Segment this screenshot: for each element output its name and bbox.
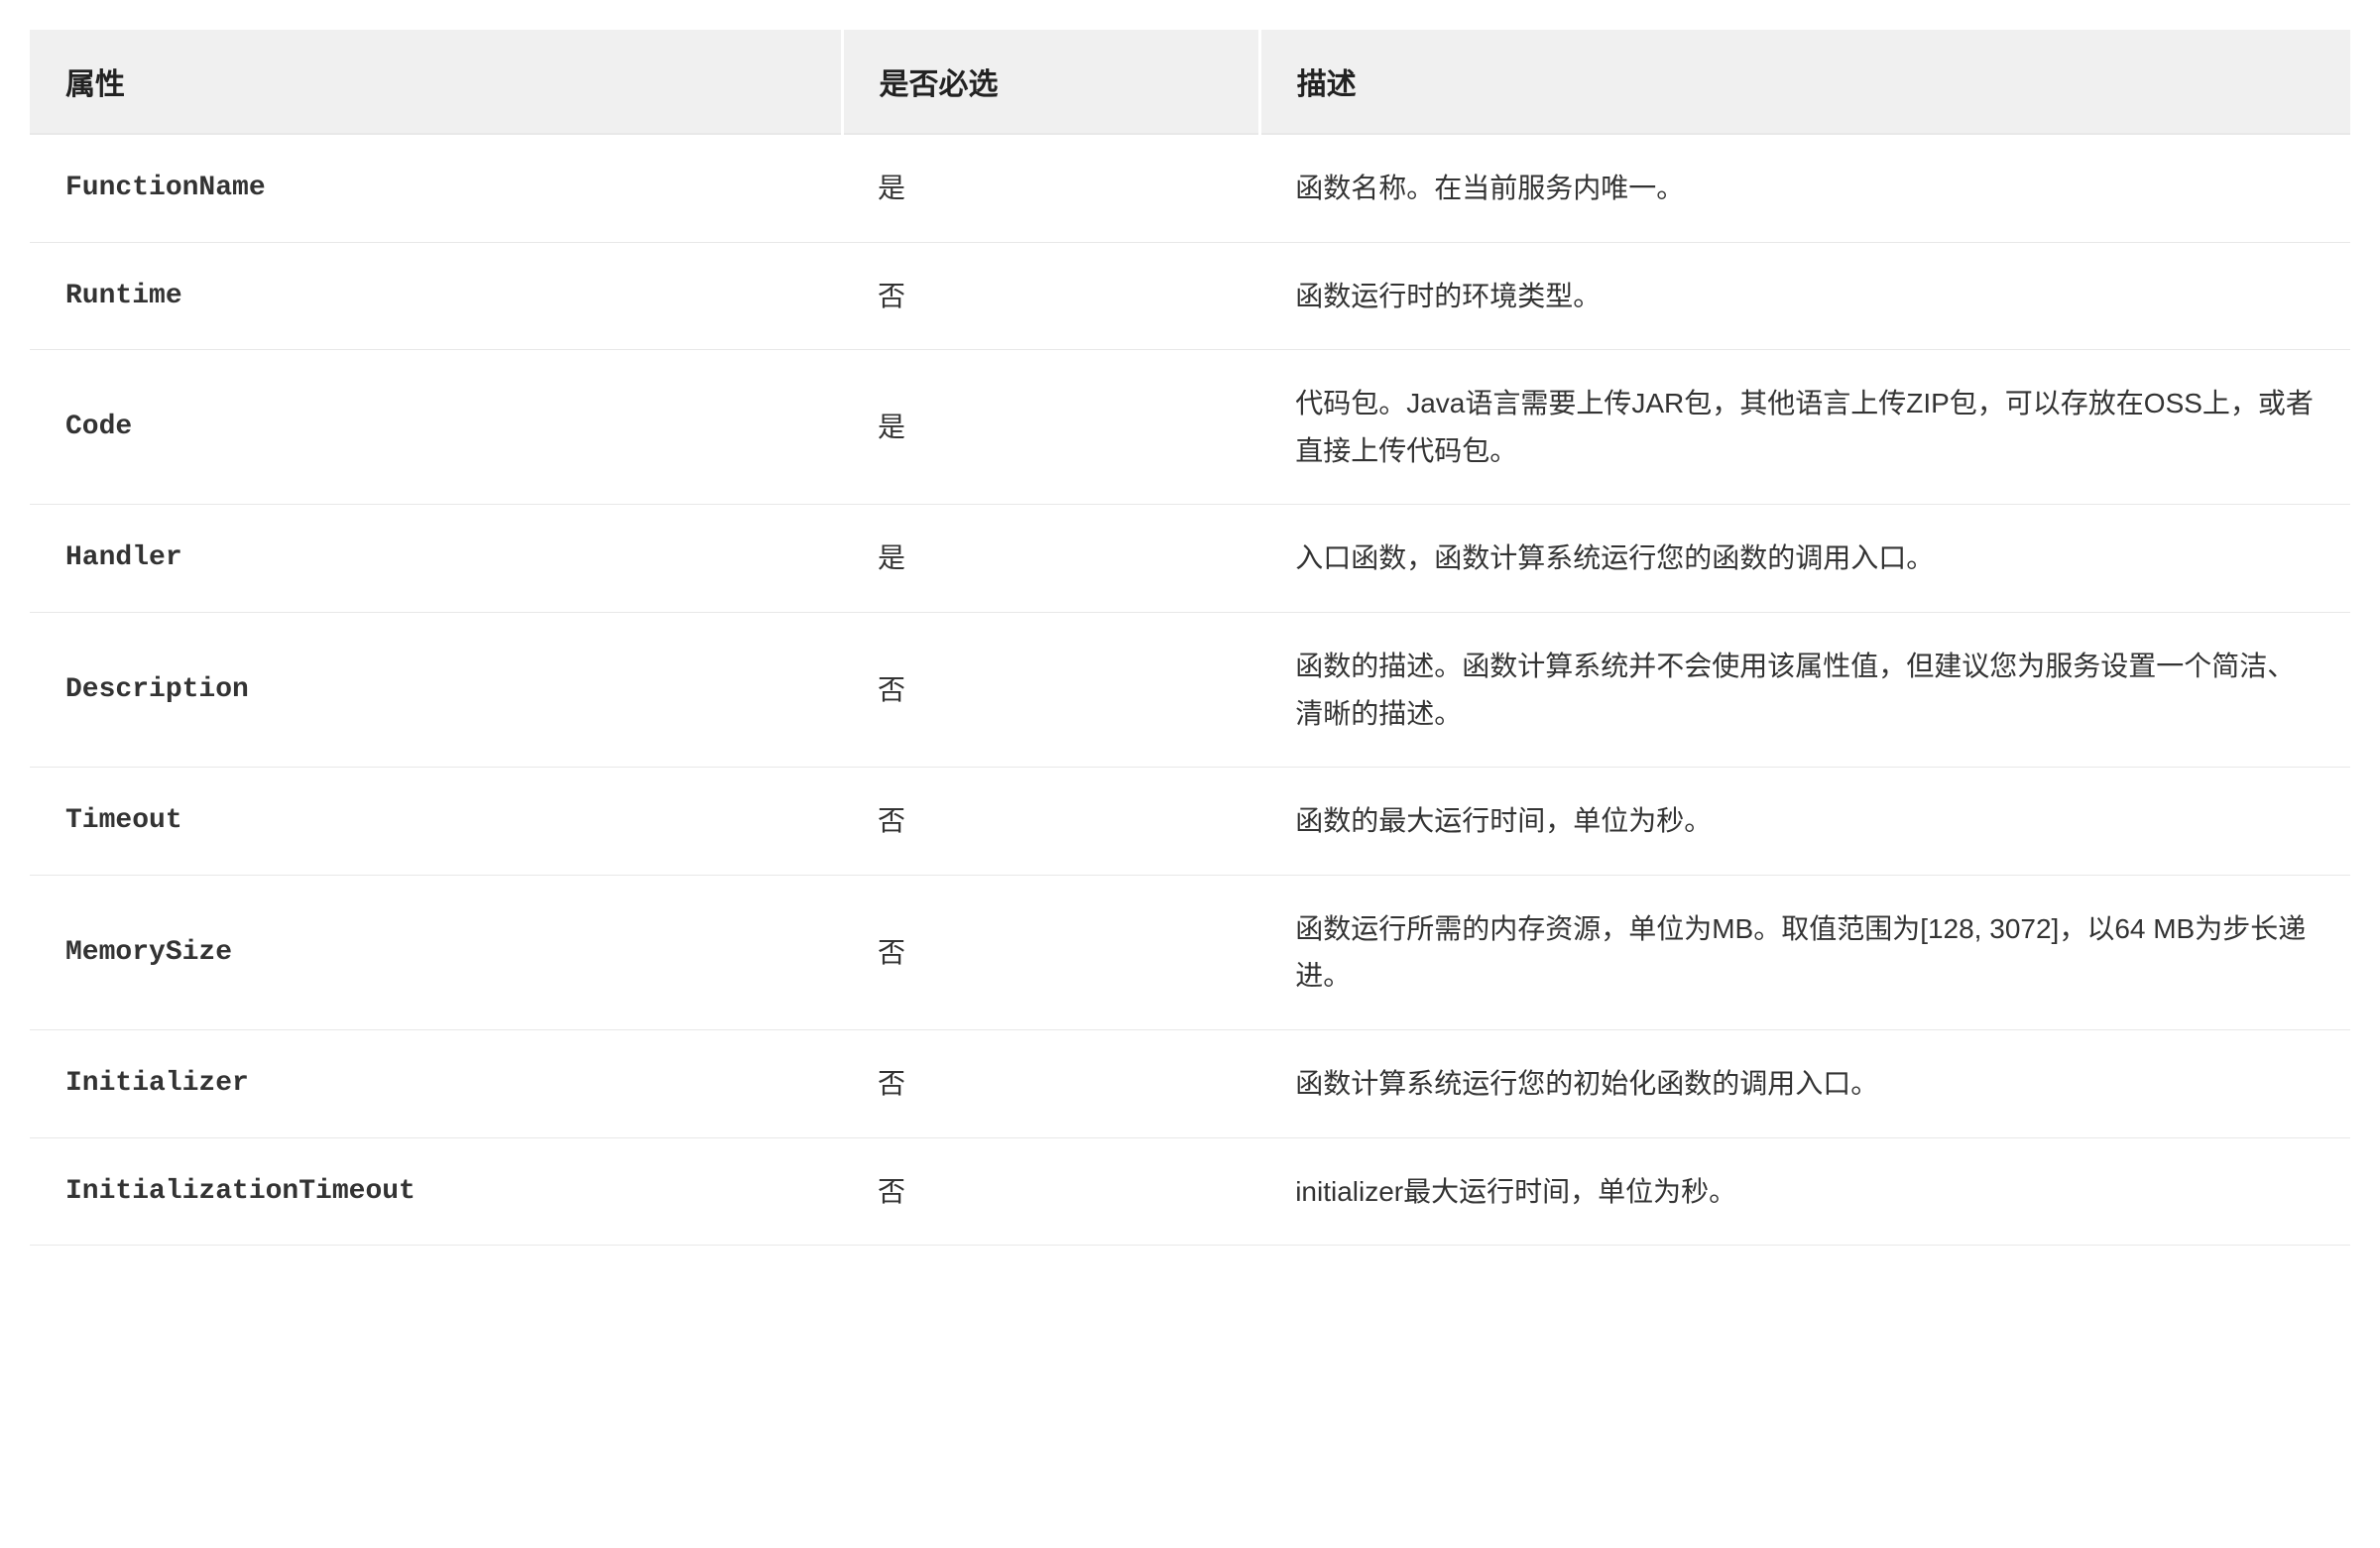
- cell-required: 否: [842, 1029, 1259, 1137]
- cell-attribute: Description: [30, 612, 842, 767]
- header-required: 是否必选: [842, 30, 1259, 134]
- cell-description: 函数的描述。函数计算系统并不会使用该属性值，但建议您为服务设置一个简洁、清晰的描…: [1259, 612, 2350, 767]
- properties-table: 属性 是否必选 描述 FunctionName 是 函数名称。在当前服务内唯一。…: [30, 30, 2350, 1246]
- table-row: Description 否 函数的描述。函数计算系统并不会使用该属性值，但建议您…: [30, 612, 2350, 767]
- cell-attribute: Handler: [30, 505, 842, 613]
- table-body: FunctionName 是 函数名称。在当前服务内唯一。 Runtime 否 …: [30, 134, 2350, 1246]
- table-header-row: 属性 是否必选 描述: [30, 30, 2350, 134]
- cell-required: 否: [842, 242, 1259, 350]
- cell-description: 函数名称。在当前服务内唯一。: [1259, 134, 2350, 242]
- cell-required: 否: [842, 768, 1259, 876]
- cell-attribute: InitializationTimeout: [30, 1137, 842, 1246]
- cell-description: 函数的最大运行时间，单位为秒。: [1259, 768, 2350, 876]
- cell-required: 否: [842, 1137, 1259, 1246]
- cell-attribute: MemorySize: [30, 875, 842, 1029]
- cell-required: 否: [842, 612, 1259, 767]
- cell-attribute: Initializer: [30, 1029, 842, 1137]
- cell-description: 函数运行所需的内存资源，单位为MB。取值范围为[128, 3072]，以64 M…: [1259, 875, 2350, 1029]
- cell-attribute: Runtime: [30, 242, 842, 350]
- table-row: FunctionName 是 函数名称。在当前服务内唯一。: [30, 134, 2350, 242]
- cell-description: 函数运行时的环境类型。: [1259, 242, 2350, 350]
- header-description: 描述: [1259, 30, 2350, 134]
- cell-description: initializer最大运行时间，单位为秒。: [1259, 1137, 2350, 1246]
- table-row: MemorySize 否 函数运行所需的内存资源，单位为MB。取值范围为[128…: [30, 875, 2350, 1029]
- table-row: Code 是 代码包。Java语言需要上传JAR包，其他语言上传ZIP包，可以存…: [30, 350, 2350, 505]
- cell-required: 否: [842, 875, 1259, 1029]
- table-row: Runtime 否 函数运行时的环境类型。: [30, 242, 2350, 350]
- cell-attribute: Timeout: [30, 768, 842, 876]
- cell-attribute: Code: [30, 350, 842, 505]
- table-row: Timeout 否 函数的最大运行时间，单位为秒。: [30, 768, 2350, 876]
- table-row: Initializer 否 函数计算系统运行您的初始化函数的调用入口。: [30, 1029, 2350, 1137]
- cell-attribute: FunctionName: [30, 134, 842, 242]
- cell-required: 是: [842, 134, 1259, 242]
- cell-required: 是: [842, 505, 1259, 613]
- cell-required: 是: [842, 350, 1259, 505]
- table-row: Handler 是 入口函数，函数计算系统运行您的函数的调用入口。: [30, 505, 2350, 613]
- table-row: InitializationTimeout 否 initializer最大运行时…: [30, 1137, 2350, 1246]
- cell-description: 入口函数，函数计算系统运行您的函数的调用入口。: [1259, 505, 2350, 613]
- header-attribute: 属性: [30, 30, 842, 134]
- cell-description: 代码包。Java语言需要上传JAR包，其他语言上传ZIP包，可以存放在OSS上，…: [1259, 350, 2350, 505]
- cell-description: 函数计算系统运行您的初始化函数的调用入口。: [1259, 1029, 2350, 1137]
